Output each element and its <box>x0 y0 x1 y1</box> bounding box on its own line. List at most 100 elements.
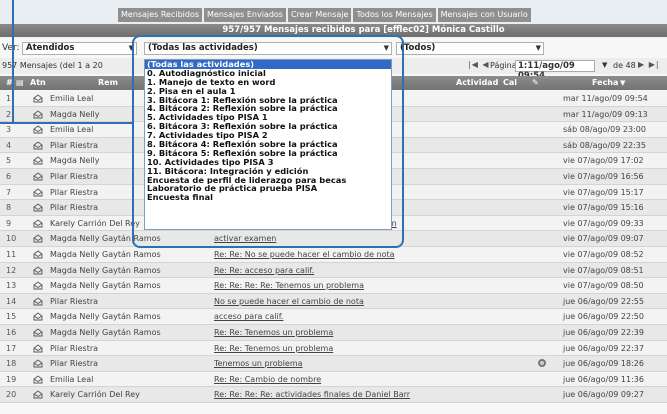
sender-name: Magda Nelly Gaytán Ramos <box>50 265 161 275</box>
sender-name: Magda Nelly Gaytán Ramos <box>50 312 161 322</box>
sender-name: Karely Carrión Del Rey <box>50 390 140 400</box>
envelope-icon[interactable] <box>33 172 43 181</box>
envelope-icon[interactable] <box>33 281 43 290</box>
row-number: 4 <box>6 140 12 150</box>
sender-name: Magda Nelly <box>50 109 100 119</box>
table-row[interactable]: 17 Pilar Riestra Re: Re: Tenemos un proble… <box>0 340 667 357</box>
table-row[interactable]: 20 Karely Carrión Del Rey Re: Re: Re: Re: … <box>0 387 667 403</box>
subject-link[interactable]: acceso para calif. <box>214 309 283 325</box>
row-date: jue 06/ago/09 18:26 <box>563 359 644 369</box>
table-row[interactable]: 12 Magda Nelly Gaytán Ramos Re: Re: acceso… <box>0 262 667 279</box>
row-date: vie 07/ago/09 15:17 <box>563 187 644 197</box>
attachment-icon[interactable] <box>537 358 547 368</box>
envelope-icon[interactable] <box>33 359 43 368</box>
envelope-icon[interactable] <box>33 328 43 337</box>
table-row[interactable]: 11 Magda Nelly Gaytán Ramos Re: Re: No se … <box>0 246 667 263</box>
row-number: 13 <box>6 281 17 291</box>
col-actividad[interactable]: Actividad <box>456 76 498 90</box>
subject-link[interactable]: Re: Re: Cambio de nombre <box>214 372 321 388</box>
subject-link[interactable]: Re: Re: Re: Re: Tenemos un problema <box>214 278 364 294</box>
status-select[interactable]: Atendidos ▼ <box>22 42 137 55</box>
row-number: 19 <box>6 374 17 384</box>
subject-link[interactable]: Tenemos un problema <box>214 356 303 372</box>
subject-link[interactable]: Re: Re: Re: Re: actividades finales de D… <box>214 387 410 403</box>
tab-with-user[interactable]: Mensajes con Usuario <box>437 8 531 22</box>
row-number: 15 <box>6 312 17 322</box>
subject-link[interactable]: No se puede hacer el cambio de nota <box>214 294 364 310</box>
sender-name: Pilar Riestra <box>50 296 99 306</box>
row-date: jue 06/ago/09 11:36 <box>563 374 644 384</box>
envelope-icon[interactable] <box>33 390 43 399</box>
ver-label: Ver: <box>2 43 20 53</box>
sender-name: Magda Nelly Gaytán Ramos <box>50 249 161 259</box>
col-fecha[interactable]: Fecha <box>592 76 618 90</box>
envelope-icon[interactable] <box>33 156 43 165</box>
sender-name: Karely Carrión Del Rey <box>50 218 140 228</box>
callout-highlight <box>132 35 404 248</box>
envelope-icon[interactable] <box>33 203 43 212</box>
tab-create[interactable]: Crear Mensaje <box>287 8 352 22</box>
row-number: 10 <box>6 234 17 244</box>
sender-name: Pilar Riestra <box>50 359 99 369</box>
envelope-icon[interactable] <box>33 141 43 150</box>
callout-line <box>12 0 14 124</box>
envelope-icon[interactable] <box>33 94 43 103</box>
row-number: 8 <box>6 203 12 213</box>
table-row[interactable]: 16 Magda Nelly Gaytán Ramos Re: Re: Tenemo… <box>0 324 667 341</box>
row-number: 3 <box>6 125 12 135</box>
subject-link[interactable]: Re: Re: No se puede hacer el cambio de n… <box>214 247 395 263</box>
row-date: vie 07/ago/09 17:02 <box>563 156 644 166</box>
sort-icon[interactable]: ▤ <box>16 76 24 90</box>
sender-name: Emilia Leal <box>50 94 94 103</box>
chevron-down-icon: ▼ <box>535 44 541 52</box>
row-date: vie 07/ago/09 08:51 <box>563 265 644 275</box>
pagina-label: Página <box>490 61 517 70</box>
row-number: 9 <box>6 218 12 228</box>
table-row[interactable]: 19 Emilia Leal Re: Re: Cambio de nombre jue… <box>0 371 667 388</box>
envelope-icon[interactable] <box>33 234 43 243</box>
envelope-icon[interactable] <box>33 110 43 119</box>
sender-name: Magda Nelly Gaytán Ramos <box>50 281 161 291</box>
sender-name: Magda Nelly Gaytán Ramos <box>50 327 161 337</box>
table-row[interactable]: 18 Pilar Riestra Tenemos un problema jue 06… <box>0 356 667 372</box>
col-remitente[interactable]: Rem <box>98 76 118 90</box>
callout-line <box>0 122 134 124</box>
row-date: vie 07/ago/09 08:50 <box>563 281 644 291</box>
row-number: 7 <box>6 187 12 197</box>
envelope-icon[interactable] <box>33 343 43 353</box>
subject-link[interactable]: Re: Re: Tenemos un problema <box>214 341 333 357</box>
row-date: jue 06/ago/09 09:27 <box>563 390 644 400</box>
next-page-icon[interactable]: ▶ ▶| <box>638 60 660 69</box>
attach-col-icon[interactable]: ✎ <box>532 76 539 90</box>
row-number: 20 <box>6 390 17 400</box>
row-number: 12 <box>6 265 17 275</box>
page-select[interactable]: 1:11/ago/09 09:54 <box>515 60 595 81</box>
tab-sent[interactable]: Mensajes Enviados <box>204 8 286 22</box>
prev-page-icon[interactable]: |◀ ◀ <box>468 60 490 69</box>
tab-received[interactable]: Mensajes Recibidos <box>118 8 203 22</box>
envelope-icon[interactable] <box>33 265 43 275</box>
subject-link[interactable]: Re: Re: Tenemos un problema <box>214 325 333 341</box>
subject-link[interactable]: Re: Re: acceso para calif. <box>214 263 314 279</box>
sender-name: Pilar Riestra <box>50 187 99 197</box>
table-row[interactable]: 13 Magda Nelly Gaytán Ramos Re: Re: Re: Re… <box>0 278 667 294</box>
row-number: 18 <box>6 359 17 369</box>
envelope-icon[interactable] <box>33 312 43 321</box>
col-atn[interactable]: Atn <box>30 76 46 90</box>
table-row[interactable]: 15 Magda Nelly Gaytán Ramos acceso para ca… <box>0 309 667 325</box>
tab-all[interactable]: Todos los Mensajes <box>353 8 436 22</box>
envelope-icon[interactable] <box>33 297 43 306</box>
envelope-icon[interactable] <box>33 375 43 384</box>
sort-desc-icon[interactable]: ▼ <box>620 76 625 90</box>
chevron-down-icon[interactable]: ▼ <box>602 61 607 69</box>
envelope-icon[interactable] <box>33 125 43 134</box>
table-row[interactable]: 14 Pilar Riestra No se puede hacer el camb… <box>0 293 667 310</box>
group-select[interactable]: (Todos) ▼ <box>396 42 544 55</box>
envelope-icon[interactable] <box>33 219 43 228</box>
envelope-icon[interactable] <box>33 250 43 259</box>
col-cal[interactable]: Cal <box>503 76 517 90</box>
row-date: mar 11/ago/09 09:54 <box>563 94 648 103</box>
envelope-icon[interactable] <box>33 188 43 197</box>
row-date: jue 06/ago/09 22:39 <box>563 327 644 337</box>
row-number: 14 <box>6 296 17 306</box>
